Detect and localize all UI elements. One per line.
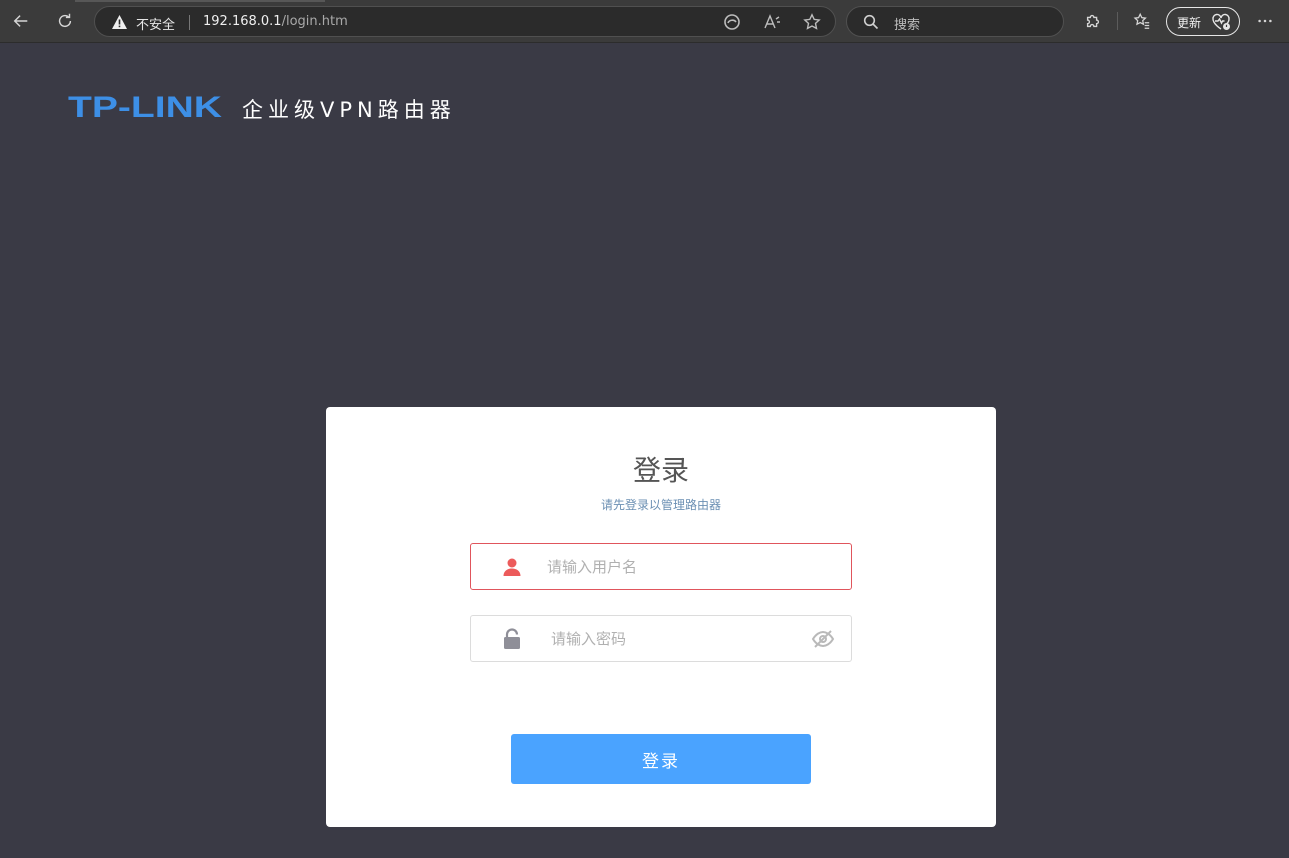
search-icon: [863, 14, 879, 30]
browser-toolbar: 不安全 192.168.0.1/login.htm 搜索 更新: [0, 0, 1289, 43]
login-title: 登录: [632, 454, 689, 487]
address-bar[interactable]: 不安全 192.168.0.1/login.htm: [94, 6, 836, 37]
url-path: /login.htm: [281, 14, 348, 29]
favorites-button[interactable]: [1127, 6, 1157, 36]
search-placeholder: 搜索: [894, 18, 921, 33]
heart-pulse-icon: [1212, 13, 1230, 30]
toolbar-separator: [1117, 12, 1118, 30]
back-arrow-icon: [13, 15, 28, 27]
read-aloud-icon[interactable]: [763, 13, 781, 31]
password-field[interactable]: [470, 615, 852, 662]
login-button[interactable]: 登录: [511, 734, 811, 784]
favorites-list-icon: [1133, 12, 1150, 29]
product-name: 企业级VPN路由器: [242, 98, 456, 122]
tab-strip-edge: [75, 0, 325, 2]
refresh-button[interactable]: [50, 6, 80, 36]
insecure-label[interactable]: 不安全: [136, 14, 175, 33]
username-field[interactable]: [470, 543, 852, 590]
username-input[interactable]: [547, 544, 807, 589]
brand-text: TP-LINK: [68, 94, 222, 120]
edge-app-icon[interactable]: [723, 13, 741, 31]
tp-link-logo: TP-LINK: [68, 94, 222, 120]
login-card: 登录 请先登录以管理路由器 登录: [326, 407, 996, 827]
update-label: 更新: [1177, 16, 1202, 30]
favorite-star-icon[interactable]: [803, 13, 821, 31]
warning-icon[interactable]: [111, 14, 128, 30]
puzzle-icon: [1086, 14, 1100, 28]
ellipsis-icon: [1258, 19, 1272, 23]
lock-icon: [504, 628, 520, 649]
url-host: 192.168.0.1: [203, 14, 282, 29]
url-text[interactable]: 192.168.0.1/login.htm: [203, 14, 348, 29]
eye-hidden-icon[interactable]: [811, 629, 835, 649]
login-subtitle: 请先登录以管理路由器: [600, 498, 721, 512]
address-separator: [189, 15, 190, 30]
update-button[interactable]: 更新: [1166, 7, 1240, 36]
user-icon: [503, 558, 521, 576]
refresh-icon: [58, 13, 72, 28]
extensions-button[interactable]: [1078, 6, 1108, 36]
back-button[interactable]: [6, 6, 36, 36]
password-input[interactable]: [551, 616, 811, 661]
search-box[interactable]: 搜索: [846, 6, 1064, 37]
more-menu-button[interactable]: [1250, 6, 1280, 36]
